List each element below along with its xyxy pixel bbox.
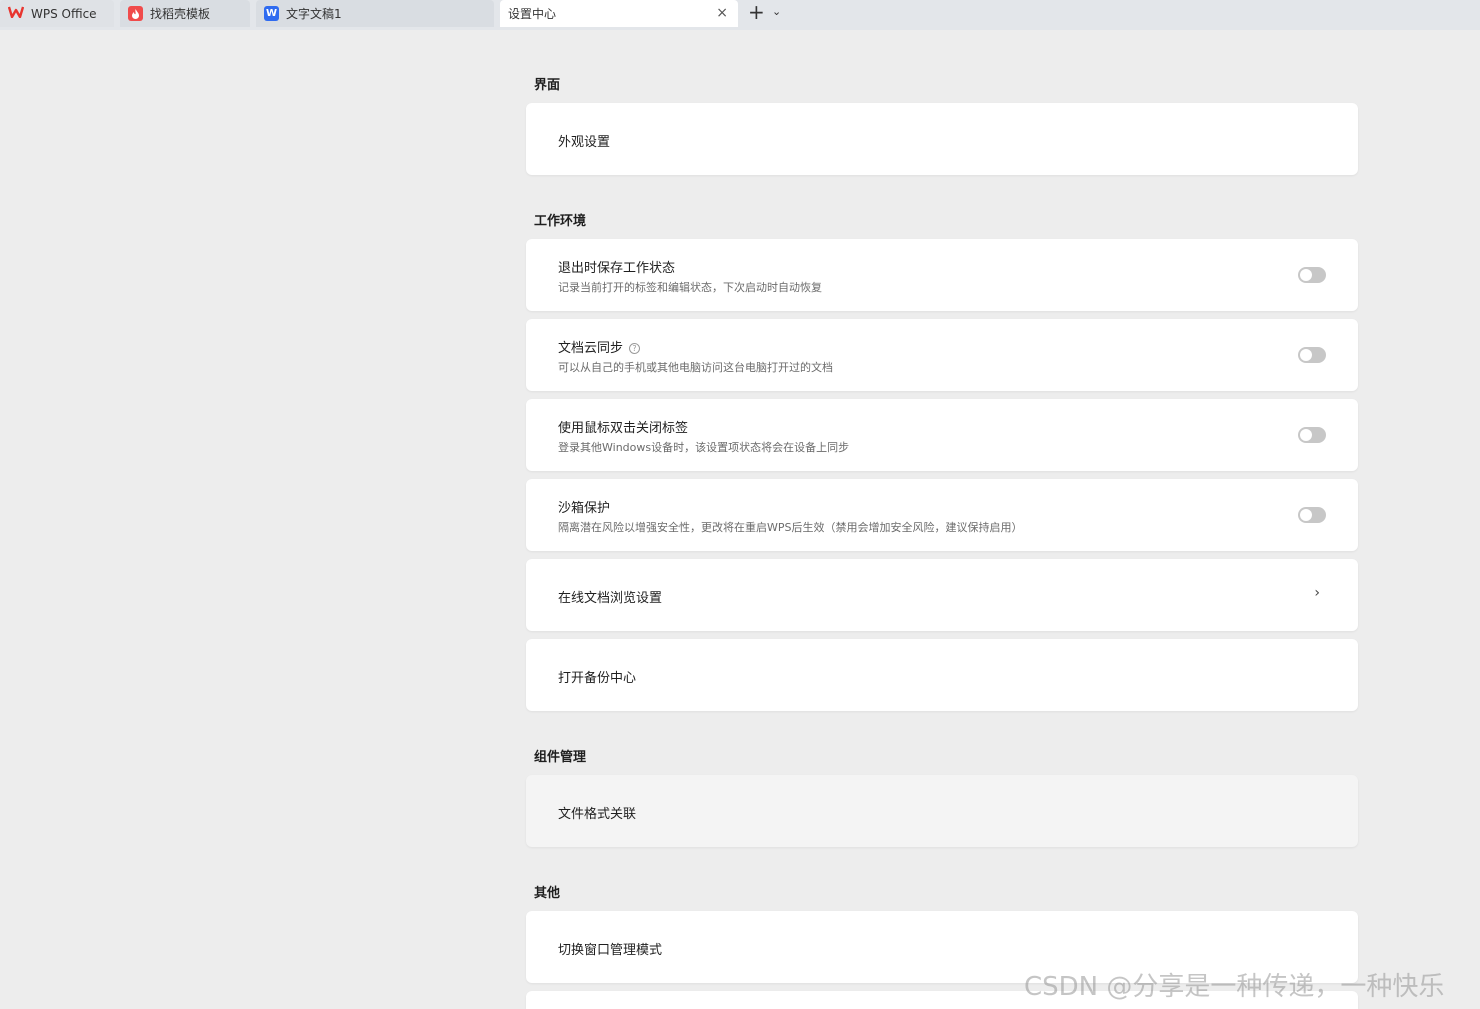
setting-double-click-close-tab: 使用鼠标双击关闭标签 登录其他Windows设备时，该设置项状态将会在设备上同步 bbox=[526, 399, 1358, 471]
tab-word-document[interactable]: W 文字文稿1 bbox=[256, 0, 494, 27]
setting-description: 登录其他Windows设备时，该设置项状态将会在设备上同步 bbox=[558, 441, 850, 454]
section-title-interface: 界面 bbox=[534, 78, 561, 93]
tab-docer-templates[interactable]: 找稻壳模板 bbox=[120, 0, 250, 27]
toggle-knob bbox=[1300, 269, 1312, 281]
close-icon[interactable]: × bbox=[716, 5, 728, 21]
tab-settings-center[interactable]: 设置中心 × bbox=[500, 0, 738, 27]
docer-icon bbox=[128, 6, 143, 21]
setting-sandbox-protection: 沙箱保护 隔离潜在风险以增强安全性，更改将在重启WPS后生效（禁用会增加安全风险… bbox=[526, 479, 1358, 551]
plus-icon[interactable]: + bbox=[748, 2, 765, 22]
setting-title: 沙箱保护 bbox=[558, 501, 611, 516]
tab-label: WPS Office bbox=[31, 6, 97, 21]
setting-cloud-sync: 文档云同步? 可以从自己的手机或其他电脑访问这台电脑打开过的文档 bbox=[526, 319, 1358, 391]
setting-online-doc-browse[interactable]: 在线文档浏览设置 › bbox=[526, 559, 1358, 631]
section-title-other: 其他 bbox=[534, 886, 561, 901]
setting-title: 外观设置 bbox=[558, 135, 611, 150]
setting-appearance[interactable]: 外观设置 bbox=[526, 103, 1358, 175]
word-doc-icon: W bbox=[264, 6, 279, 21]
setting-description: 记录当前打开的标签和编辑状态，下次启动时自动恢复 bbox=[558, 281, 822, 294]
setting-title: 切换窗口管理模式 bbox=[558, 943, 663, 958]
tab-label: 找稻壳模板 bbox=[150, 7, 211, 21]
tab-bar: WPS Office 找稻壳模板 W 文字文稿1 设置中心 × + ⌄ bbox=[0, 0, 1480, 30]
setting-title: 打开备份中心 bbox=[558, 671, 637, 686]
setting-save-work-state: 退出时保存工作状态 记录当前打开的标签和编辑状态，下次启动时自动恢复 bbox=[526, 239, 1358, 311]
setting-title-row: 文档云同步? bbox=[558, 337, 641, 356]
toggle-knob bbox=[1300, 349, 1312, 361]
chevron-right-icon: › bbox=[1314, 585, 1320, 601]
section-title-components: 组件管理 bbox=[534, 750, 587, 765]
cloud-sync-toggle[interactable] bbox=[1298, 347, 1326, 363]
chevron-down-icon[interactable]: ⌄ bbox=[772, 5, 781, 18]
save-work-state-toggle[interactable] bbox=[1298, 267, 1326, 283]
setting-title: 使用鼠标双击关闭标签 bbox=[558, 421, 689, 436]
double-click-close-toggle[interactable] bbox=[1298, 427, 1326, 443]
section-title-work-env: 工作环境 bbox=[534, 214, 587, 229]
setting-description: 隔离潜在风险以增强安全性，更改将在重启WPS后生效（禁用会增加安全风险，建议保持… bbox=[558, 521, 1023, 534]
setting-title: 退出时保存工作状态 bbox=[558, 261, 676, 276]
tab-label: 文字文稿1 bbox=[286, 7, 342, 21]
tab-label: 设置中心 bbox=[508, 7, 557, 21]
toggle-knob bbox=[1300, 509, 1312, 521]
watermark: CSDN @分享是一种传递，一种快乐 bbox=[1024, 972, 1445, 1002]
wps-logo-icon bbox=[7, 6, 25, 21]
setting-title: 在线文档浏览设置 bbox=[558, 591, 663, 606]
toggle-knob bbox=[1300, 429, 1312, 441]
setting-title: 文件格式关联 bbox=[558, 807, 637, 822]
tab-wps-office[interactable]: WPS Office bbox=[0, 0, 114, 27]
help-icon[interactable]: ? bbox=[629, 343, 641, 354]
sandbox-protection-toggle[interactable] bbox=[1298, 507, 1326, 523]
setting-description: 可以从自己的手机或其他电脑访问这台电脑打开过的文档 bbox=[558, 361, 833, 374]
setting-open-backup-center[interactable]: 打开备份中心 bbox=[526, 639, 1358, 711]
setting-file-format-association[interactable]: 文件格式关联 bbox=[526, 775, 1358, 847]
setting-title: 文档云同步 bbox=[558, 341, 624, 356]
